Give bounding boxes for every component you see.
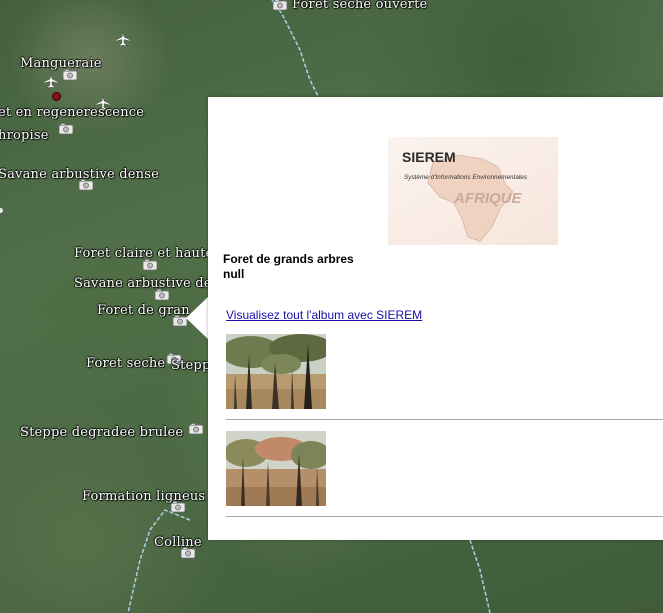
balloon-subtitle: null <box>223 267 245 281</box>
photo-divider <box>226 516 663 517</box>
balloon-title: Foret de grands arbres <box>223 252 354 266</box>
balloon-pointer <box>186 296 209 340</box>
place-savane-arbustive-de[interactable]: Savane arbustive de <box>74 276 212 291</box>
location-marker[interactable] <box>52 92 61 101</box>
logo-tagline: Système d'Informations Environnementales <box>404 174 528 181</box>
camera-icon[interactable] <box>180 546 198 559</box>
place-label: et en regenerescence <box>0 105 145 120</box>
info-balloon: SIEREM Système d'Informations Environnem… <box>208 97 663 540</box>
place-label: Foret seche <box>86 356 166 371</box>
sierem-logo: SIEREM Système d'Informations Environnem… <box>388 137 558 245</box>
place-label: Foret seche ouverte <box>292 0 428 12</box>
forest-photo[interactable] <box>226 431 326 506</box>
place-hropise[interactable]: hropise <box>0 128 49 143</box>
camera-icon[interactable] <box>188 422 206 435</box>
place-foret-seche-ouverte[interactable]: Foret seche ouverte <box>272 0 427 12</box>
photo-divider <box>226 419 663 420</box>
camera-icon[interactable] <box>154 288 172 301</box>
album-link[interactable]: Visualisez tout l'album avec SIEREM <box>226 308 422 322</box>
place-label: Steppe degradee brulee <box>20 425 184 440</box>
forest-photo[interactable] <box>226 334 326 409</box>
place-label: Stepp <box>171 358 211 373</box>
camera-icon[interactable] <box>142 258 160 271</box>
camera-icon[interactable] <box>62 68 80 81</box>
place-mangueraie[interactable]: Mangueraie <box>20 56 102 71</box>
camera-icon[interactable] <box>170 500 188 513</box>
airport-icon[interactable] <box>44 74 58 88</box>
camera-icon <box>272 0 288 11</box>
place-label: hropise <box>0 128 49 143</box>
airport-icon[interactable] <box>116 32 130 46</box>
camera-icon[interactable] <box>58 122 76 135</box>
camera-icon[interactable] <box>78 178 96 191</box>
place-steppe-degradee-brulee[interactable]: Steppe degradee brulee <box>20 425 183 440</box>
place-regenerescence[interactable]: et en regenerescence <box>0 105 144 120</box>
logo-region: AFRIQUE <box>453 190 522 207</box>
place-steppe[interactable]: Stepp <box>171 358 210 373</box>
place-label: Mangueraie <box>20 56 102 71</box>
place-foret-seche[interactable]: Foret seche <box>86 356 165 371</box>
place-label: Savane arbustive de <box>74 276 212 291</box>
logo-brand: SIEREM <box>402 149 456 165</box>
